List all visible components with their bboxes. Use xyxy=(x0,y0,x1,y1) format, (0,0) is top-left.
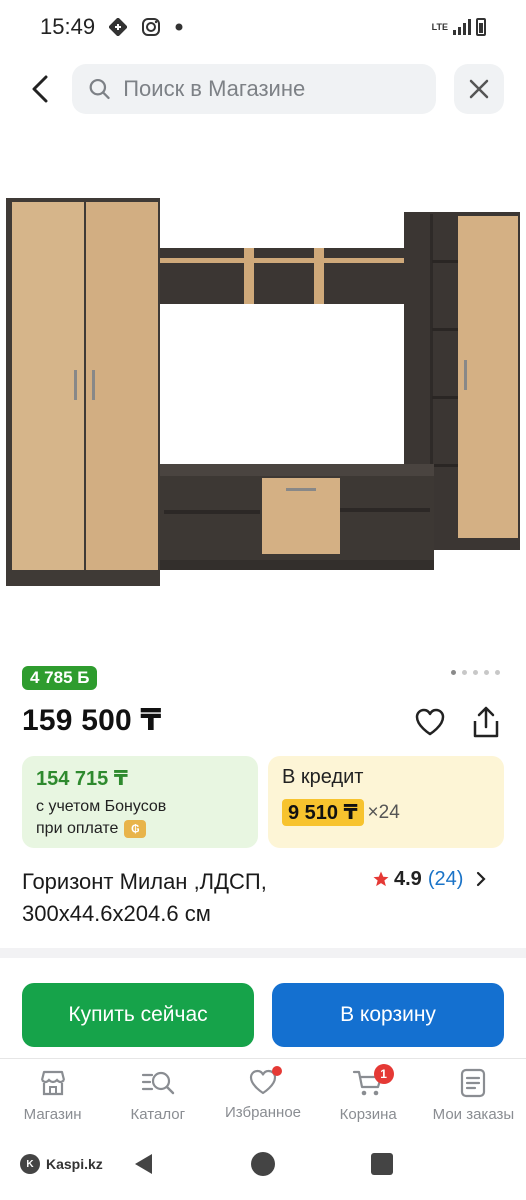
close-icon xyxy=(469,79,489,99)
share-button[interactable] xyxy=(468,702,504,742)
buy-now-button[interactable]: Купить сейчас xyxy=(22,983,254,1047)
section-divider xyxy=(0,948,526,958)
status-right: LTE xyxy=(432,18,486,36)
pager-dot[interactable] xyxy=(495,670,500,675)
bonus-note-1-text: с учетом Бонусов xyxy=(36,798,167,815)
status-time: 15:49 xyxy=(40,14,96,39)
credit-title: В кредит xyxy=(282,766,364,788)
nav-item-catalog[interactable]: Каталог xyxy=(105,1060,210,1136)
nav-item-favorites[interactable]: Избранное xyxy=(210,1060,315,1136)
pager-dot[interactable] xyxy=(451,670,456,675)
nav-label-favorites: Избранное xyxy=(224,1104,302,1121)
nav-divider xyxy=(0,1058,526,1059)
system-back-icon[interactable] xyxy=(132,1152,154,1176)
chevron-left-icon xyxy=(32,75,48,103)
search-header xyxy=(0,62,526,116)
rating-link[interactable]: 4.9 (24) xyxy=(372,866,491,892)
nav-label-shop: Магазин xyxy=(23,1106,82,1123)
orders-icon xyxy=(461,1068,486,1098)
share-icon xyxy=(473,706,499,738)
heart-icon xyxy=(415,708,445,736)
kaspi-watermark-text: Kaspi.kz xyxy=(46,1156,103,1172)
bonus-badge: 4 785 Б xyxy=(22,666,98,690)
favorite-button[interactable] xyxy=(412,704,448,740)
pager-dot[interactable] xyxy=(462,670,467,675)
nav-item-cart[interactable]: 1 Корзина xyxy=(316,1060,421,1136)
bonus-coin-icon: ₲ xyxy=(124,820,147,838)
close-button[interactable] xyxy=(454,64,504,114)
favorites-dot-badge xyxy=(272,1066,283,1076)
nav-label-cart: Корзина xyxy=(339,1106,397,1123)
pager-dot[interactable] xyxy=(484,670,489,675)
product-image[interactable] xyxy=(4,190,522,590)
add-to-cart-button[interactable]: В корзину xyxy=(272,983,504,1047)
credit-monthly: 9 510 ₸ xyxy=(282,799,364,826)
star-icon xyxy=(373,871,389,887)
back-button[interactable] xyxy=(22,62,58,116)
system-recents-button[interactable] xyxy=(371,1153,393,1175)
kaspi-logo-icon: K xyxy=(20,1154,40,1174)
product-title: Горизонт Милан ,ЛДСП, 300x44.6x204.6 см xyxy=(22,869,267,926)
system-home-button[interactable] xyxy=(251,1152,275,1176)
bonus-note-1: с учетом Бонусов xyxy=(36,797,244,817)
app-notification-icon xyxy=(109,18,128,36)
nav-item-shop[interactable]: Магазин xyxy=(0,1060,105,1136)
nav-item-orders[interactable]: Мои заказы xyxy=(421,1060,526,1136)
battery-icon xyxy=(476,18,486,36)
status-bar: 15:49 LTE xyxy=(0,0,526,54)
bottom-nav: Магазин Каталог Избранное 1 Корзина Мои … xyxy=(0,1060,526,1136)
credit-card[interactable]: В кредит 9 510 ₸ ×24 xyxy=(268,756,504,848)
network-type: LTE xyxy=(431,22,448,32)
credit-term: ×24 xyxy=(367,801,400,823)
nav-label-orders: Мои заказы xyxy=(432,1106,515,1123)
search-input[interactable] xyxy=(123,76,420,102)
rating-score: 4.9 xyxy=(394,867,422,890)
catalog-search-icon xyxy=(141,1071,174,1095)
status-notification-icons xyxy=(109,17,183,37)
instagram-icon xyxy=(142,18,161,36)
kaspi-watermark: K Kaspi.kz xyxy=(20,1154,103,1174)
bonus-price: 154 715 ₸ xyxy=(36,768,128,790)
bonus-price-card[interactable]: 154 715 ₸ с учетом Бонусов при оплате ₲ xyxy=(22,756,258,848)
review-count: (24) xyxy=(427,867,464,890)
search-field[interactable] xyxy=(72,64,436,114)
cart-count-badge: 1 xyxy=(373,1064,394,1084)
signal-icon xyxy=(453,19,471,35)
search-icon xyxy=(89,78,110,100)
dot-icon xyxy=(175,23,183,31)
shop-icon xyxy=(40,1070,65,1096)
chevron-right-icon xyxy=(477,871,486,887)
system-nav-bar: K Kaspi.kz xyxy=(0,1140,526,1200)
bonus-note-2-text: при оплате xyxy=(36,820,119,837)
nav-label-catalog: Каталог xyxy=(130,1106,186,1123)
credit-row: 9 510 ₸ ×24 xyxy=(282,799,490,826)
pager-dot[interactable] xyxy=(473,670,478,675)
product-price: 159 500 ₸ xyxy=(22,704,162,737)
bonus-note-2: при оплате ₲ xyxy=(36,819,244,839)
image-pager xyxy=(451,670,500,675)
